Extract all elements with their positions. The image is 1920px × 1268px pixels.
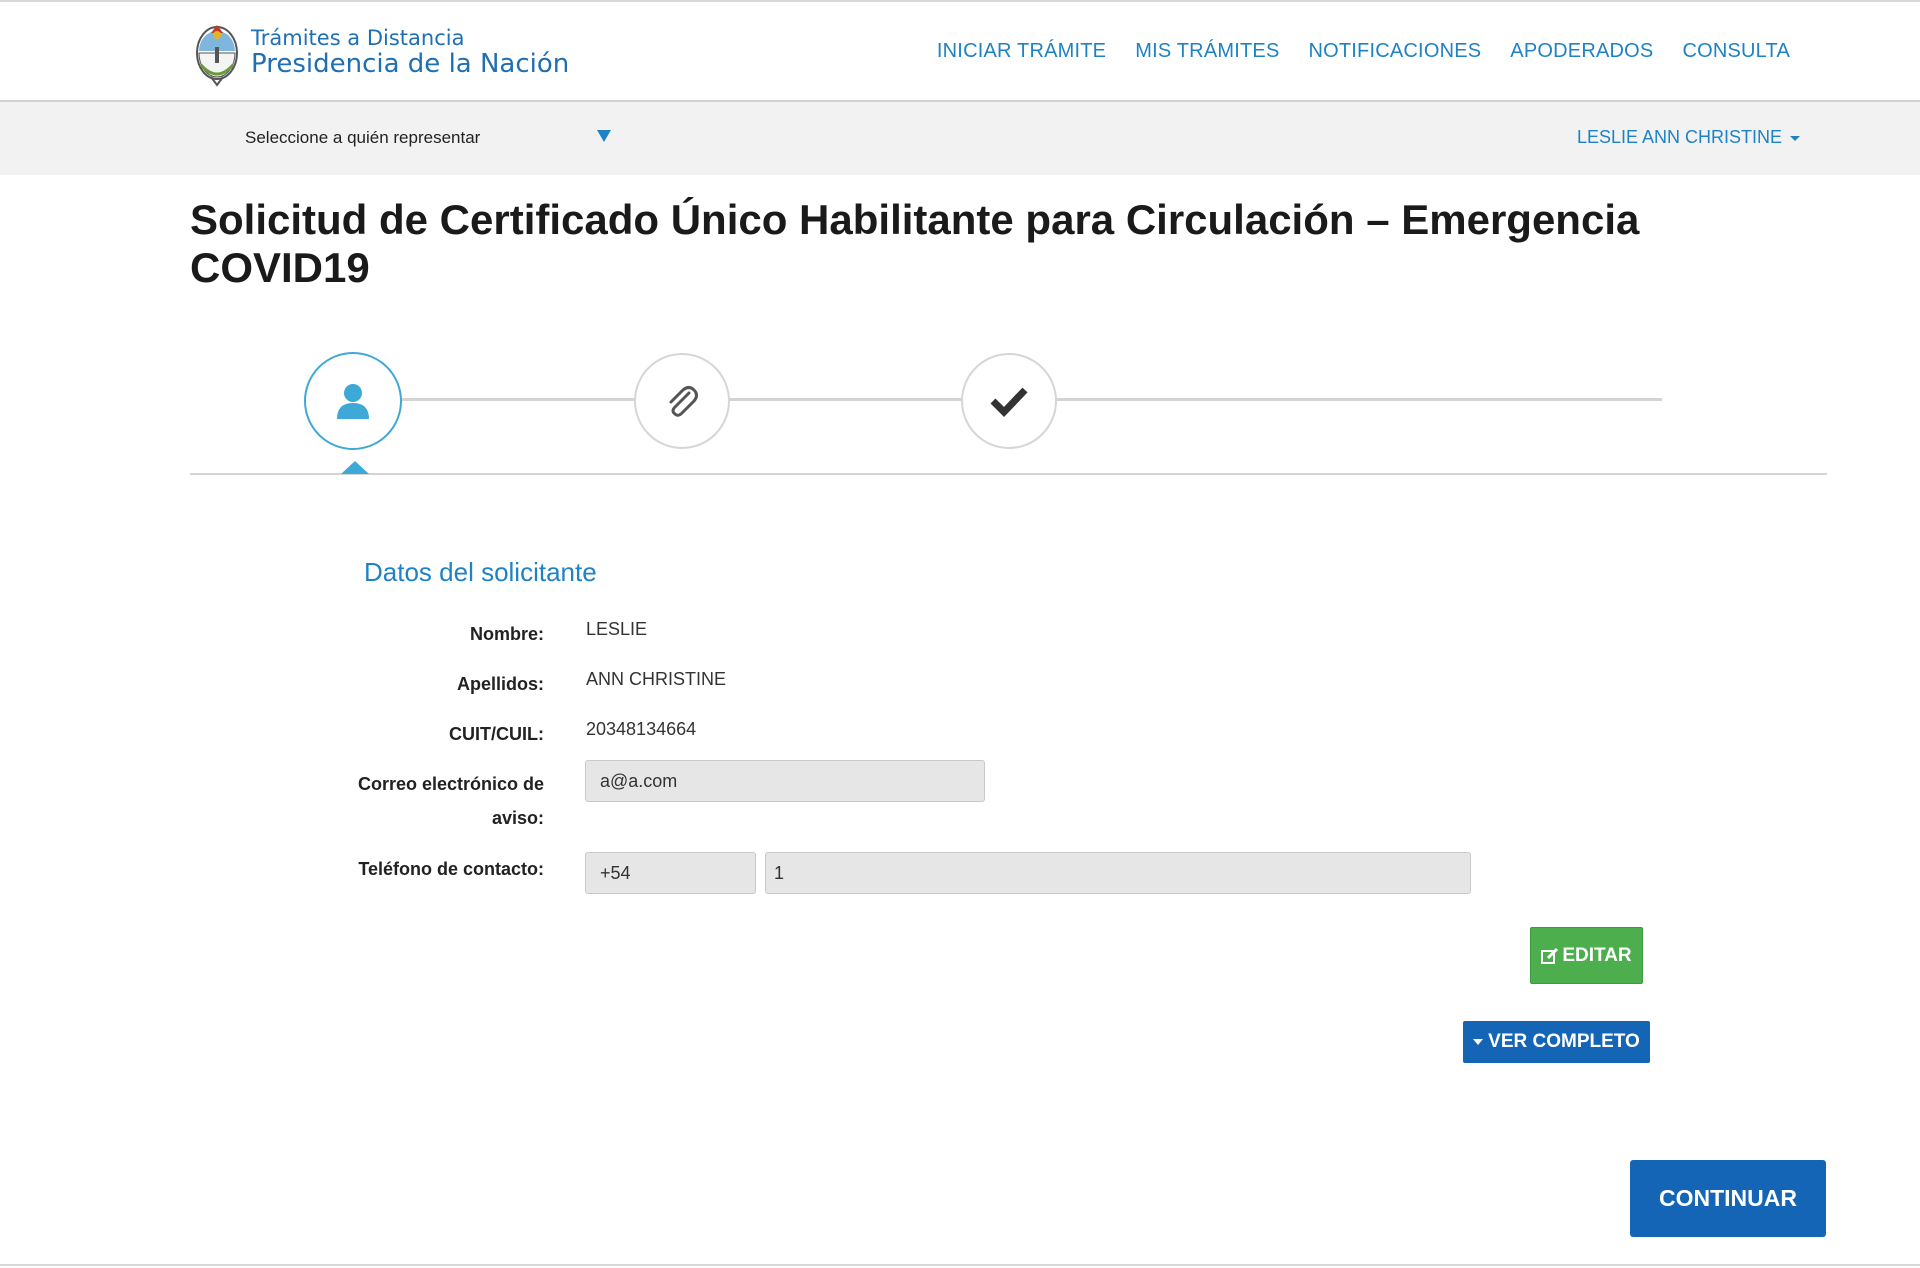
nav-apoderados[interactable]: APODERADOS xyxy=(1510,40,1653,63)
user-icon xyxy=(337,384,369,419)
chevron-down-icon[interactable] xyxy=(597,130,611,142)
email-label-line2: aviso: xyxy=(491,808,544,828)
bottom-rule xyxy=(0,1264,1920,1266)
edit-icon xyxy=(1541,947,1559,964)
nav-notificaciones[interactable]: NOTIFICACIONES xyxy=(1308,40,1481,63)
edit-button-label: EDITAR xyxy=(1562,944,1632,966)
cuit-value: 20348134664 xyxy=(586,719,697,739)
nombre-value: LESLIE xyxy=(586,619,648,639)
continue-button-label: CONTINUAR xyxy=(1659,1185,1797,1211)
site-logo[interactable]: Trámites a Distancia Presidencia de la N… xyxy=(193,17,569,87)
cuit-label: CUIT/CUIL: xyxy=(449,724,544,744)
email-label: Correo electrónico de aviso: xyxy=(324,767,544,835)
apellidos-value: ANN CHRISTINE xyxy=(586,669,727,689)
step-confirmacion[interactable] xyxy=(961,353,1057,449)
nav-consulta[interactable]: CONSULTA xyxy=(1682,40,1790,63)
page-title: Solicitud de Certificado Único Habilitan… xyxy=(190,196,1640,291)
check-icon xyxy=(990,387,1028,418)
step-adjuntos[interactable] xyxy=(634,353,730,449)
phone-prefix-field[interactable]: +54 xyxy=(585,852,756,894)
email-label-line1: Correo electrónico de xyxy=(357,774,544,794)
represent-bar: Seleccione a quién representar LESLIE AN… xyxy=(0,102,1920,175)
logo-text: Trámites a Distancia Presidencia de la N… xyxy=(251,25,570,79)
continue-button[interactable]: CONTINUAR xyxy=(1630,1160,1826,1237)
nav-mis-tramites[interactable]: MIS TRÁMITES xyxy=(1135,40,1279,63)
user-menu[interactable]: LESLIE ANN CHRISTINE xyxy=(1577,127,1800,148)
site-header: Trámites a Distancia Presidencia de la N… xyxy=(0,2,1920,102)
phone-label: Teléfono de contacto: xyxy=(358,859,544,879)
paperclip-icon xyxy=(669,386,698,417)
edit-button[interactable]: EDITAR xyxy=(1530,927,1643,984)
email-field[interactable]: a@a.com xyxy=(585,760,985,802)
main-nav: INICIAR TRÁMITE MIS TRÁMITES NOTIFICACIO… xyxy=(908,40,1790,63)
active-step-pointer xyxy=(341,461,369,474)
logo-line2: Presidencia de la Nación xyxy=(251,48,570,79)
coat-of-arms-icon xyxy=(196,25,238,87)
represent-select[interactable]: Seleccione a quién representar xyxy=(245,128,480,148)
nombre-label: Nombre: xyxy=(469,624,544,644)
stepper-divider xyxy=(190,473,1827,475)
logo-line1: Trámites a Distancia xyxy=(251,25,465,50)
ver-completo-label: VER COMPLETO xyxy=(1488,1031,1640,1052)
apellidos-label: Apellidos: xyxy=(456,674,544,694)
caret-down-icon xyxy=(1790,135,1800,141)
user-name: LESLIE ANN CHRISTINE xyxy=(1576,127,1782,147)
nav-iniciar-tramite[interactable]: INICIAR TRÁMITE xyxy=(937,40,1106,63)
phone-number-field[interactable]: 1 xyxy=(765,852,1471,894)
step-datos-personales[interactable] xyxy=(304,352,402,450)
caret-down-icon xyxy=(1473,1039,1484,1045)
ver-completo-button[interactable]: VER COMPLETO xyxy=(1463,1021,1650,1063)
section-title: Datos del solicitante xyxy=(364,557,597,587)
